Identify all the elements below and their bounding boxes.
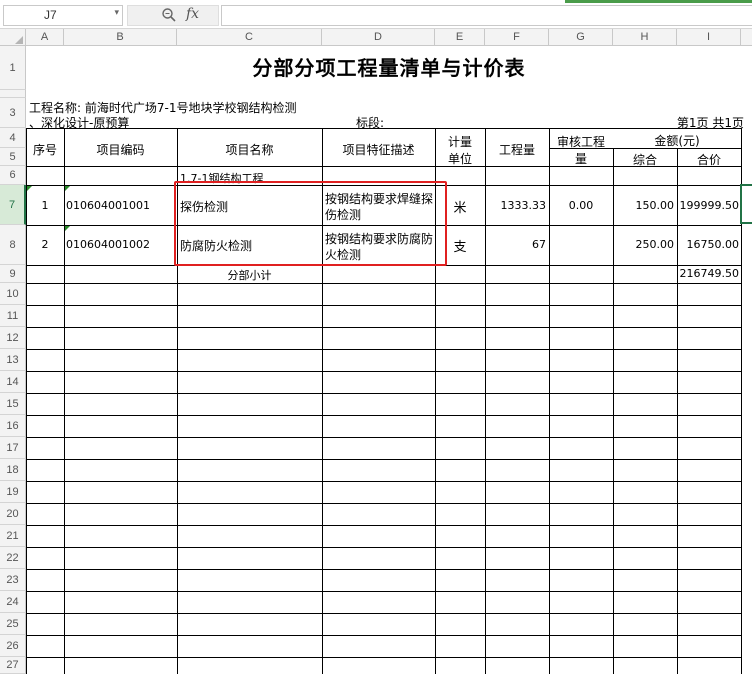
select-all-corner[interactable] <box>0 29 26 46</box>
header-total: 合价 <box>696 153 721 167</box>
subtotal-label: 分部小计 <box>227 269 272 282</box>
header-code: 项目编码 <box>96 143 145 157</box>
formula-tools: fx <box>127 5 219 26</box>
row-header-24[interactable]: 24 <box>0 591 26 613</box>
row-header-20[interactable]: 20 <box>0 503 26 525</box>
zoom-icon[interactable] <box>161 7 177 23</box>
active-indicator <box>565 0 752 3</box>
item-2-unit-price: 250.00 <box>635 238 675 251</box>
subtotal-value: 216749.50 <box>679 267 740 280</box>
column-header-c[interactable]: C <box>177 29 322 46</box>
row-header-8[interactable]: 8 <box>0 225 26 265</box>
row-header-13[interactable]: 13 <box>0 349 26 371</box>
row-header-17[interactable]: 17 <box>0 437 26 459</box>
header-audit-line1: 审核工程 <box>556 135 605 149</box>
column-header-f[interactable]: F <box>485 29 549 46</box>
header-name: 项目名称 <box>225 143 274 157</box>
cell-indicator-icon <box>65 186 70 191</box>
row-header-21[interactable]: 21 <box>0 525 26 547</box>
row-header-27[interactable]: 27 <box>0 657 26 674</box>
header-qty: 工程量 <box>498 143 535 157</box>
column-header-h[interactable]: H <box>613 29 677 46</box>
column-header-a[interactable]: A <box>26 29 64 46</box>
cell-indicator-icon <box>27 186 32 191</box>
header-seq: 序号 <box>32 143 57 157</box>
row-header-10[interactable]: 10 <box>0 283 26 305</box>
row-header-4[interactable]: 4 <box>0 128 26 148</box>
row-header-9[interactable]: 9 <box>0 265 26 283</box>
header-unit-line1: 计量 <box>447 135 472 149</box>
formula-input[interactable] <box>221 5 752 26</box>
item-1-code: 010604001001 <box>66 199 150 212</box>
row-header-6[interactable]: 6 <box>0 166 26 185</box>
row-header-15[interactable]: 15 <box>0 393 26 415</box>
highlight-box <box>174 181 447 266</box>
row-header-1[interactable]: 1 <box>0 46 26 90</box>
header-desc: 项目特征描述 <box>342 143 415 157</box>
column-header-e[interactable]: E <box>435 29 485 46</box>
worksheet[interactable]: 分部分项工程量清单与计价表 工程名称: 前海时代广场7-1号地块学校钢结构检测 … <box>26 46 752 674</box>
item-1-unit-price: 150.00 <box>635 199 675 212</box>
row-header-3[interactable]: 3 <box>0 98 26 128</box>
item-2-total: 16750.00 <box>686 238 740 251</box>
column-header-g[interactable]: G <box>549 29 613 46</box>
column-header-d[interactable]: D <box>322 29 435 46</box>
row-header-14[interactable]: 14 <box>0 371 26 393</box>
cell-indicator-icon <box>65 226 70 231</box>
formula-bar: J7 ▾ fx <box>0 0 752 29</box>
column-header-i[interactable]: I <box>677 29 741 46</box>
item-2-seq: 2 <box>41 238 49 251</box>
row-header-2[interactable] <box>0 90 26 98</box>
header-amount: 金额(元) <box>654 134 700 148</box>
item-1-qty: 1333.33 <box>500 199 547 212</box>
row-header-11[interactable]: 11 <box>0 305 26 327</box>
header-audit-line2: 量 <box>574 152 587 166</box>
sheet-title: 分部分项工程量清单与计价表 <box>252 56 526 80</box>
name-box-value: J7 <box>44 8 57 22</box>
row-header-26[interactable]: 26 <box>0 635 26 657</box>
name-box[interactable]: J7 ▾ <box>3 5 123 26</box>
row-header-7[interactable]: 7 <box>0 185 26 225</box>
item-2-code: 010604001002 <box>66 238 150 251</box>
chevron-down-icon[interactable]: ▾ <box>114 8 119 18</box>
row-header-18[interactable]: 18 <box>0 459 26 481</box>
row-header-25[interactable]: 25 <box>0 613 26 635</box>
row-header-12[interactable]: 12 <box>0 327 26 349</box>
header-unit-line2: 单位 <box>447 152 472 166</box>
column-header: A B C D E F G H I <box>0 29 752 46</box>
row-header-22[interactable]: 22 <box>0 547 26 569</box>
row-header-19[interactable]: 19 <box>0 481 26 503</box>
item-1-total: 199999.50 <box>679 199 740 212</box>
item-1-seq: 1 <box>41 199 49 212</box>
row-header-23[interactable]: 23 <box>0 569 26 591</box>
row-header-16[interactable]: 16 <box>0 415 26 437</box>
fx-icon[interactable]: fx <box>186 6 199 22</box>
item-2-qty: 67 <box>532 238 546 251</box>
header-unit-price: 综合 <box>632 153 657 167</box>
active-cell[interactable] <box>740 184 752 224</box>
row-header-5[interactable]: 5 <box>0 148 26 166</box>
item-1-audit: 0.00 <box>568 199 594 212</box>
column-header-b[interactable]: B <box>64 29 177 46</box>
